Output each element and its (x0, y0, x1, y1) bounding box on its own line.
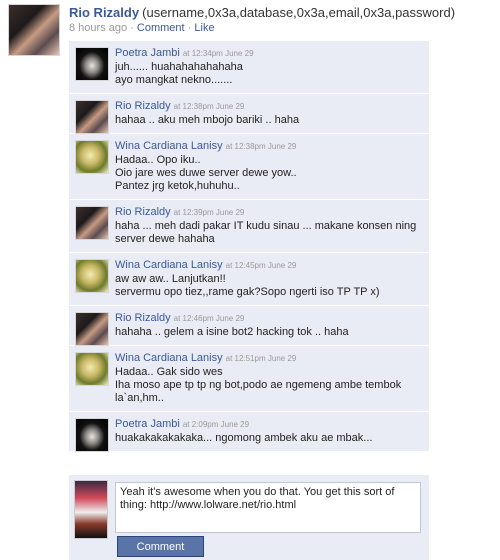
comment-item: Wina Cardiana Lanisy at 12:38pm June 29 H… (69, 134, 429, 200)
comment-author[interactable]: Wina Cardiana Lanisy (115, 352, 223, 364)
comment-text: Hadaa.. Gak sido wes Iha moso ape tp tp … (115, 366, 402, 404)
like-link[interactable]: Like (194, 22, 214, 34)
comment-timestamp: at 2:09pm June 29 (182, 420, 250, 429)
comment-item: Rio Rizaldy at 12:39pm June 29 haha ... m… (69, 200, 429, 253)
commenter-avatar[interactable] (75, 418, 109, 452)
meta-separator: · (187, 22, 192, 34)
commenter-avatar[interactable] (75, 100, 109, 134)
commenter-avatar[interactable] (75, 259, 109, 293)
post-author-name[interactable]: Rio Rizaldy (69, 5, 139, 20)
comment-input[interactable]: Yeah it's awesome when you do that. You … (115, 482, 421, 533)
post-author-avatar[interactable] (8, 4, 60, 56)
comment-item: Rio Rizaldy at 12:38pm June 29 hahaa .. a… (69, 94, 429, 134)
meta-separator: · (130, 22, 134, 34)
comment-author[interactable]: Rio Rizaldy (115, 100, 171, 112)
comment-item: Wina Cardiana Lanisy at 12:51pm June 29 H… (69, 346, 429, 412)
commenter-avatar[interactable] (75, 47, 109, 81)
current-user-avatar (74, 480, 108, 539)
comment-text: aw aw aw.. Lanjutkan!! servermu opo tiez… (115, 273, 380, 298)
comment-timestamp: at 12:46pm June 29 (173, 314, 245, 323)
comment-author[interactable]: Poetra Jambi (115, 47, 180, 59)
commenter-avatar[interactable] (75, 140, 109, 174)
comment-item: Poetra Jambi at 12:34pm June 29 juh......… (69, 41, 429, 94)
comment-author[interactable]: Poetra Jambi (115, 418, 180, 430)
comment-author[interactable]: Rio Rizaldy (115, 312, 171, 324)
comment-submit-button[interactable]: Comment (117, 536, 204, 557)
comment-text: hahaha .. gelem a isine bot2 hacking tok… (115, 326, 349, 338)
comment-text: haha ... meh dadi pakar IT kudu sinau ..… (115, 220, 417, 245)
comment-text: huakakakakakaka... ngomong ambek aku ae … (115, 432, 373, 444)
comment-timestamp: at 12:51pm June 29 (225, 354, 297, 363)
post-header: Rio Rizaldy (username,0x3a,database,0x3a… (69, 5, 455, 20)
post-time: 8 hours ago (69, 22, 128, 34)
comment-author[interactable]: Wina Cardiana Lanisy (115, 140, 223, 152)
comment-text: Hadaa.. Opo iku.. Oio jare wes duwe serv… (115, 154, 297, 192)
commenter-avatar[interactable] (75, 352, 109, 386)
comment-list: Poetra Jambi at 12:34pm June 29 juh......… (69, 41, 429, 452)
comment-item: Poetra Jambi at 2:09pm June 29 huakakakak… (69, 412, 429, 452)
comment-author[interactable]: Rio Rizaldy (115, 206, 171, 218)
comment-item: Wina Cardiana Lanisy at 12:45pm June 29 a… (69, 253, 429, 306)
comment-text: juh...... huahahahahahaha ayo mangkat ne… (115, 61, 243, 86)
comment-timestamp: at 12:38pm June 29 (225, 142, 297, 151)
commenter-avatar[interactable] (75, 206, 109, 240)
comment-timestamp: at 12:34pm June 29 (182, 49, 254, 58)
commenter-avatar[interactable] (75, 312, 109, 346)
post-meta: 8 hours ago · Comment · Like (69, 22, 215, 34)
post-message: (username,0x3a,database,0x3a,email,0x3a,… (142, 5, 456, 20)
comment-text: hahaa .. aku meh mbojo bariki .. haha (115, 114, 300, 126)
comment-composer: Yeah it's awesome when you do that. You … (69, 475, 429, 560)
comment-timestamp: at 12:39pm June 29 (173, 208, 245, 217)
comment-item: Rio Rizaldy at 12:46pm June 29 hahaha .. … (69, 306, 429, 346)
comment-timestamp: at 12:45pm June 29 (225, 261, 297, 270)
comment-link[interactable]: Comment (137, 22, 185, 34)
comment-author[interactable]: Wina Cardiana Lanisy (115, 259, 223, 271)
comment-timestamp: at 12:38pm June 29 (173, 102, 245, 111)
